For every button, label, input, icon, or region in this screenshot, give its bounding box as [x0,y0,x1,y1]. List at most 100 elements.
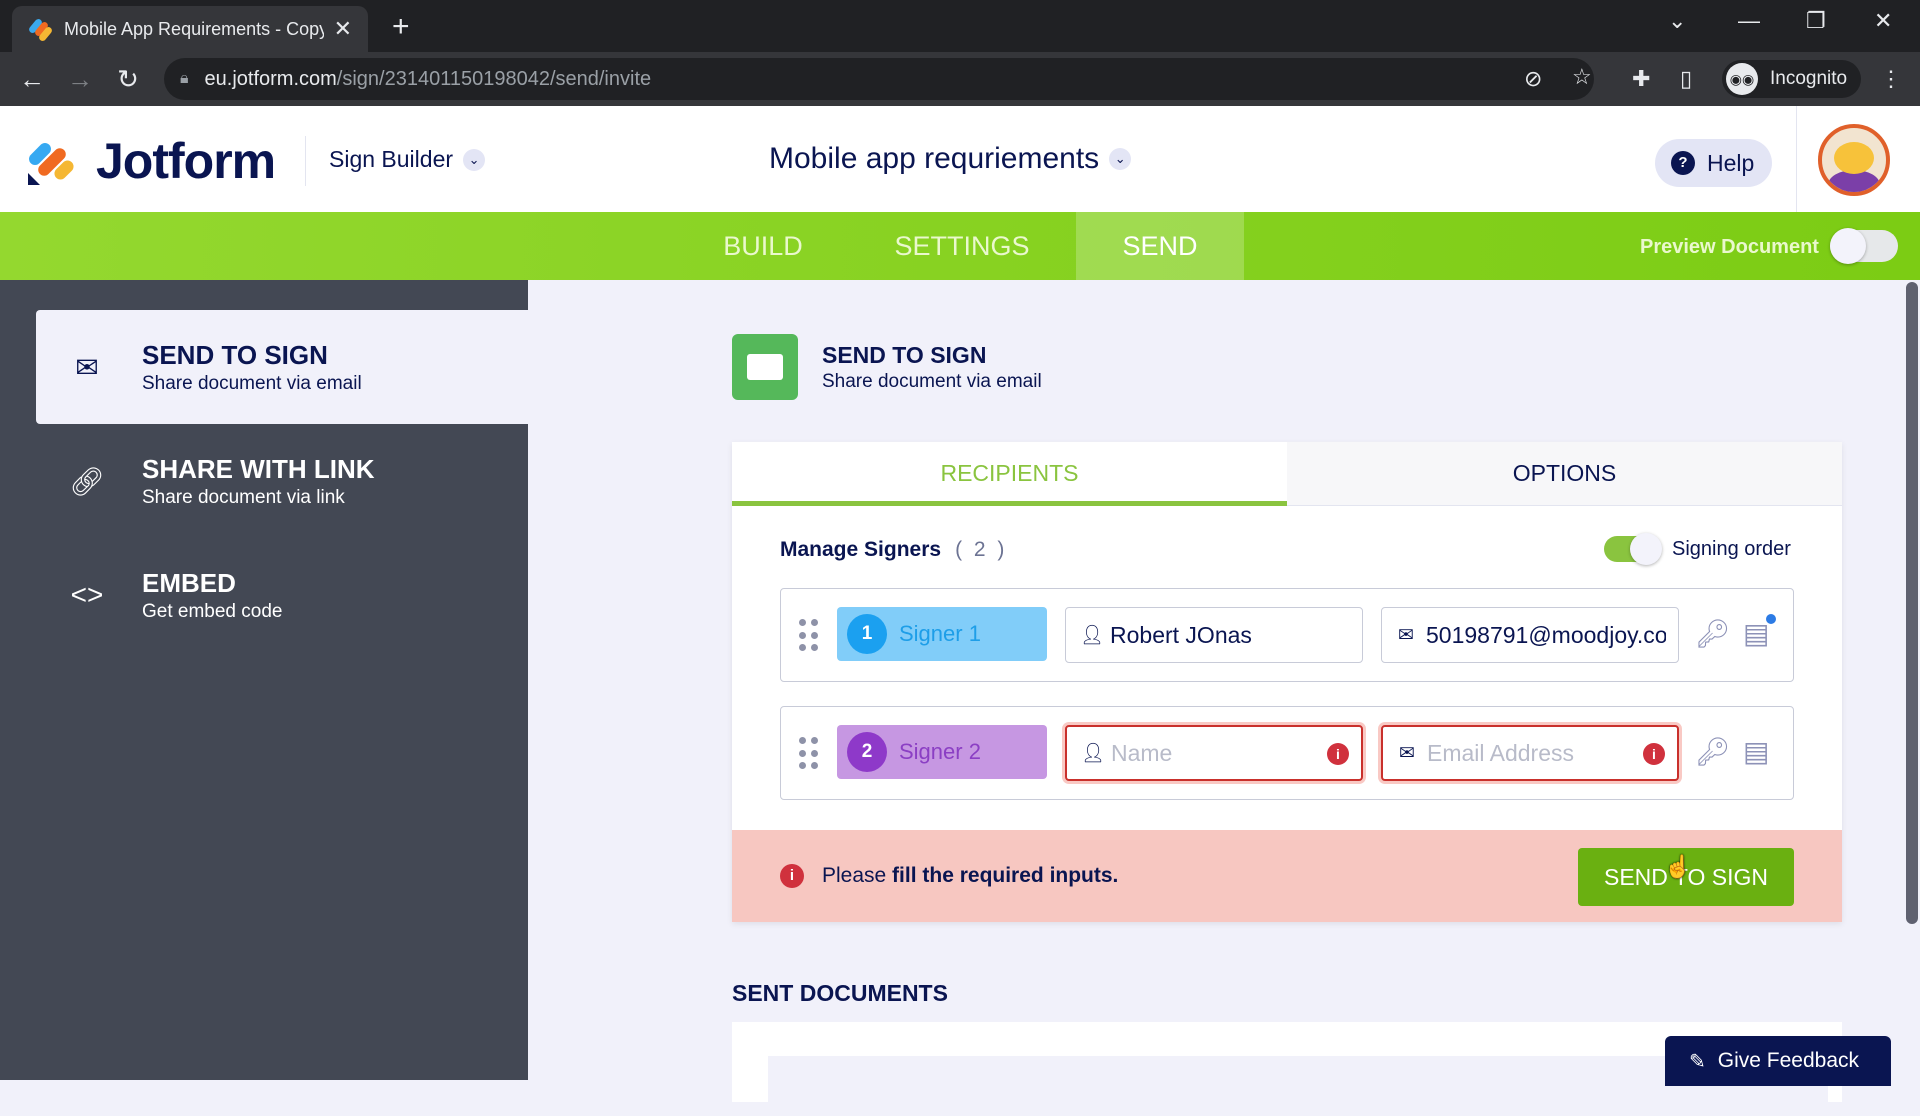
signer-row: 1 Signer 1 👤︎ Robert JOnas ✉ 50198791@mo… [780,588,1794,682]
preview-document-label: Preview Document [1640,236,1819,258]
document-title-text: Mobile app requriements [769,142,1100,175]
sidebar-item-share-with-link[interactable]: 🔗︎ SHARE WITH LINK Share document via lin… [36,424,528,538]
preview-document-toggle[interactable] [1830,228,1898,264]
alert-prefix: Please [822,864,893,887]
signer-name-input[interactable]: 👤︎ Name i [1065,725,1363,781]
lock-icon: 🔒︎ [180,70,189,87]
builder-switcher[interactable]: Sign Builder ⌄ [329,146,486,173]
incognito-icon: ◉◉ [1726,63,1758,95]
drag-handle-icon[interactable] [799,619,819,653]
error-icon: i [1327,743,1349,765]
message-icon[interactable]: ▤ [1743,735,1769,768]
recipients-card: RECIPIENTS OPTIONS Manage Signers ( 2 ) S… [732,442,1842,922]
user-icon: 👤︎ [1081,743,1106,764]
signer-email-value: 50198791@moodjoy.com [1426,621,1666,648]
toggle-knob [1630,533,1662,565]
give-feedback-button[interactable]: ✎ Give Feedback [1665,1036,1891,1086]
signer-badge[interactable]: 1 Signer 1 [837,607,1047,661]
question-icon: ? [1671,151,1695,175]
help-label: Help [1707,149,1755,176]
star-icon[interactable]: ☆ [1572,64,1592,90]
eye-off-icon[interactable]: ⊘ [1524,66,1542,92]
tab-build[interactable]: BUILD [700,212,826,280]
drag-handle-icon[interactable] [799,737,819,771]
signer-name-placeholder: Name [1111,739,1173,766]
builder-nav: BUILD SETTINGS SEND Preview Document [0,212,1920,280]
tab-recipients[interactable]: RECIPIENTS [732,442,1287,506]
signer-name-value: Robert JOnas [1110,621,1252,648]
section-title: SEND TO SIGN [822,341,987,368]
section-subtitle: Share document via email [822,370,1042,392]
builder-label: Sign Builder [329,146,454,172]
tab-options[interactable]: OPTIONS [1287,442,1842,506]
url-path: /sign/231401150198042/send/invite [336,67,652,90]
tab-send[interactable]: SEND [1076,212,1244,280]
message-indicator-dot [1765,613,1777,625]
side-panel-icon[interactable]: ▯ [1680,66,1692,92]
signing-order[interactable]: Signing order [1604,533,1791,565]
sidebar-item-subtitle: Share document via link [142,486,345,508]
reload-icon[interactable]: ↻ [104,64,152,95]
browser-tab-strip: Mobile App Requirements - Copy ✕ + ⌄ — ❐… [0,0,1920,52]
signer-label: Signer 1 [899,621,981,646]
scrollbar[interactable] [1906,282,1918,924]
logo-text: Jotform [96,133,276,189]
feedback-label: Give Feedback [1717,1049,1860,1072]
signer-number: 1 [847,614,887,654]
sidebar-item-title: EMBED [142,567,236,598]
close-window-icon[interactable]: ✕ [1874,8,1892,34]
restore-icon[interactable]: ❐ [1806,8,1826,34]
browser-toolbar: ← → ↻ 🔒︎ eu.jotform.com/sign/23140115019… [0,52,1920,106]
envelope-icon: ✉ [1398,624,1414,646]
error-icon: i [780,864,804,888]
incognito-label: Incognito [1770,68,1848,89]
envelope-icon: ✉ [75,351,99,383]
key-icon[interactable]: 🔑︎ [1695,735,1731,768]
alert-bold: fill the required inputs. [892,864,1119,887]
minimize-icon[interactable]: — [1738,8,1760,34]
signing-order-label: Signing order [1672,537,1791,560]
signer-row: 2 Signer 2 👤︎ Name i ✉ Email Address i 🔑… [780,706,1794,800]
tab-settings[interactable]: SETTINGS [872,212,1052,280]
manage-signers-label: Manage Signers [780,538,942,561]
header-divider [1796,106,1797,212]
user-icon: 👤︎ [1080,625,1105,646]
sidebar-item-subtitle: Share document via email [142,372,362,394]
tab-search-icon[interactable]: ⌄ [1668,8,1686,34]
code-icon: <> [70,579,104,610]
signer-badge[interactable]: 2 Signer 2 [837,725,1047,779]
sidebar-item-embed[interactable]: <> EMBED Get embed code [36,538,528,652]
new-tab-icon[interactable]: + [392,10,410,44]
send-sidebar: ✉ SEND TO SIGN Share document via email 🔗… [0,280,528,1080]
feedback-icon: ✎ [1689,1050,1706,1073]
sidebar-item-send-to-sign[interactable]: ✉ SEND TO SIGN Share document via email [36,310,528,424]
document-title[interactable]: Mobile app requriements ⌄ [769,142,1132,176]
browser-tab[interactable]: Mobile App Requirements - Copy ✕ [12,6,368,52]
menu-icon[interactable]: ⋮ [1880,66,1902,92]
key-icon[interactable]: 🔑︎ [1695,617,1731,650]
help-button[interactable]: ? Help [1655,139,1772,187]
extensions-icon[interactable]: ✚ [1632,66,1650,92]
forward-icon[interactable]: → [56,64,104,95]
back-icon[interactable]: ← [8,64,56,95]
sidebar-item-title: SEND TO SIGN [142,339,328,370]
url-host: eu.jotform.com [204,67,337,90]
signer-number: 2 [847,732,887,772]
chevron-down-icon: ⌄ [463,148,486,171]
signer-label: Signer 2 [899,739,981,764]
error-icon: i [1643,743,1665,765]
manage-signers-heading: Manage Signers ( 2 ) [780,538,1007,562]
jotform-logo[interactable]: Jotform [26,132,276,190]
incognito-profile[interactable]: ◉◉ Incognito [1722,60,1862,98]
signer-email-input[interactable]: ✉ 50198791@moodjoy.com [1381,607,1679,663]
signer-name-input[interactable]: 👤︎ Robert JOnas [1065,607,1363,663]
toggle-knob [1830,228,1866,264]
signing-order-toggle[interactable] [1604,533,1662,565]
close-tab-icon[interactable]: ✕ [334,16,352,42]
signer-email-input[interactable]: ✉ Email Address i [1381,725,1679,781]
avatar[interactable] [1818,124,1890,196]
tab-title: Mobile App Requirements - Copy [64,18,324,39]
envelope-icon: ✉ [1399,742,1415,764]
jotform-logo-icon [26,135,77,187]
address-bar[interactable]: 🔒︎ eu.jotform.com/sign/231401150198042/s… [164,58,1594,100]
